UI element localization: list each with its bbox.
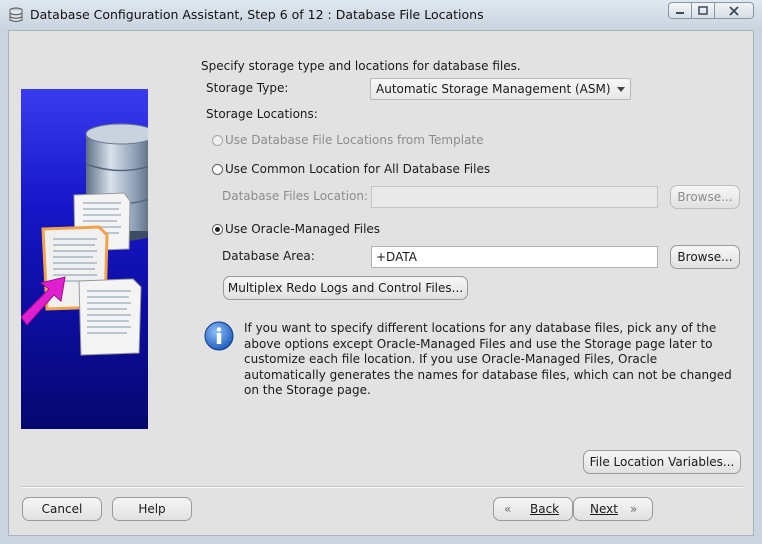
maximize-icon[interactable] — [691, 2, 715, 19]
database-app-icon — [9, 7, 23, 22]
multiplex-redo-logs-button[interactable]: Multiplex Redo Logs and Control Files... — [223, 276, 468, 300]
cancel-button[interactable]: Cancel — [22, 497, 102, 521]
info-message: If you want to specify different locatio… — [244, 321, 732, 397]
storage-type-label: Storage Type: — [206, 81, 289, 95]
back-button[interactable]: « Back — [493, 497, 573, 521]
minimize-icon[interactable] — [668, 2, 692, 19]
storage-type-select[interactable]: Automatic Storage Management (ASM) — [370, 78, 631, 100]
footer-divider — [21, 486, 743, 488]
info-icon — [204, 321, 234, 351]
db-files-location-input[interactable] — [371, 186, 658, 208]
close-icon[interactable] — [714, 2, 754, 19]
browse-db-area-button[interactable]: Browse... — [670, 245, 740, 269]
db-area-input[interactable]: +DATA — [371, 246, 658, 268]
help-button[interactable]: Help — [112, 497, 192, 521]
storage-locations-label: Storage Locations: — [206, 107, 318, 121]
wizard-illustration — [21, 89, 148, 429]
intro-text: Specify storage type and locations for d… — [201, 59, 521, 73]
db-area-label: Database Area: — [222, 249, 315, 263]
radio-oracle-managed-files-label: Use Oracle-Managed Files — [225, 222, 381, 236]
dialog-body: Specify storage type and locations for d… — [8, 30, 754, 536]
database-files-illustration — [21, 123, 148, 356]
chevron-right-icon: » — [630, 502, 638, 516]
window-controls — [668, 2, 754, 19]
storage-type-value: Automatic Storage Management (ASM) — [376, 82, 611, 96]
radio-common-location[interactable] — [212, 164, 223, 175]
radio-template-locations[interactable] — [212, 135, 223, 146]
radio-oracle-managed-files[interactable] — [212, 224, 223, 235]
chevron-down-icon — [617, 87, 625, 92]
back-button-label: Back — [530, 502, 560, 516]
file-location-variables-button[interactable]: File Location Variables... — [583, 450, 741, 474]
radio-template-locations-label: Use Database File Locations from Templat… — [225, 133, 484, 147]
window-title: Database Configuration Assistant, Step 6… — [30, 7, 484, 22]
next-button-label: Next — [590, 502, 618, 516]
browse-files-location-button[interactable]: Browse... — [670, 185, 740, 209]
radio-common-location-label: Use Common Location for All Database Fil… — [225, 162, 491, 176]
title-bar: Database Configuration Assistant, Step 6… — [0, 0, 762, 30]
chevron-left-icon: « — [504, 502, 512, 516]
db-files-location-label: Database Files Location: — [222, 189, 369, 203]
next-button[interactable]: Next » — [573, 497, 653, 521]
